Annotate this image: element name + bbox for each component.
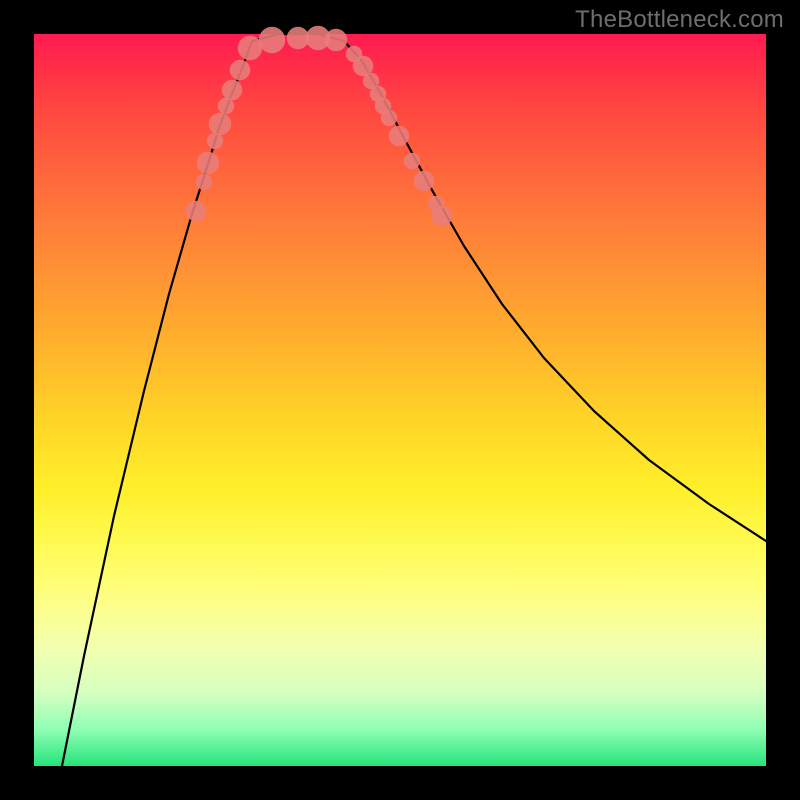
data-marker — [259, 27, 285, 53]
data-marker — [381, 110, 397, 126]
data-marker — [325, 29, 347, 51]
bottleneck-curve — [62, 34, 766, 766]
data-marker — [287, 27, 309, 49]
watermark-text: TheBottleneck.com — [575, 6, 784, 34]
data-marker — [432, 206, 452, 226]
data-marker — [197, 152, 219, 174]
data-marker — [230, 60, 250, 80]
chart-svg — [34, 34, 766, 766]
data-marker — [222, 80, 242, 100]
chart-frame: TheBottleneck.com — [0, 0, 800, 800]
data-marker — [209, 113, 231, 135]
data-marker — [207, 133, 223, 149]
data-marker — [238, 36, 262, 60]
data-marker — [389, 126, 409, 146]
data-marker — [196, 174, 212, 190]
data-marker — [414, 171, 434, 191]
marker-group — [186, 26, 452, 226]
data-marker — [404, 153, 420, 169]
plot-area — [34, 34, 766, 766]
data-marker — [218, 98, 234, 114]
data-marker — [186, 201, 206, 221]
